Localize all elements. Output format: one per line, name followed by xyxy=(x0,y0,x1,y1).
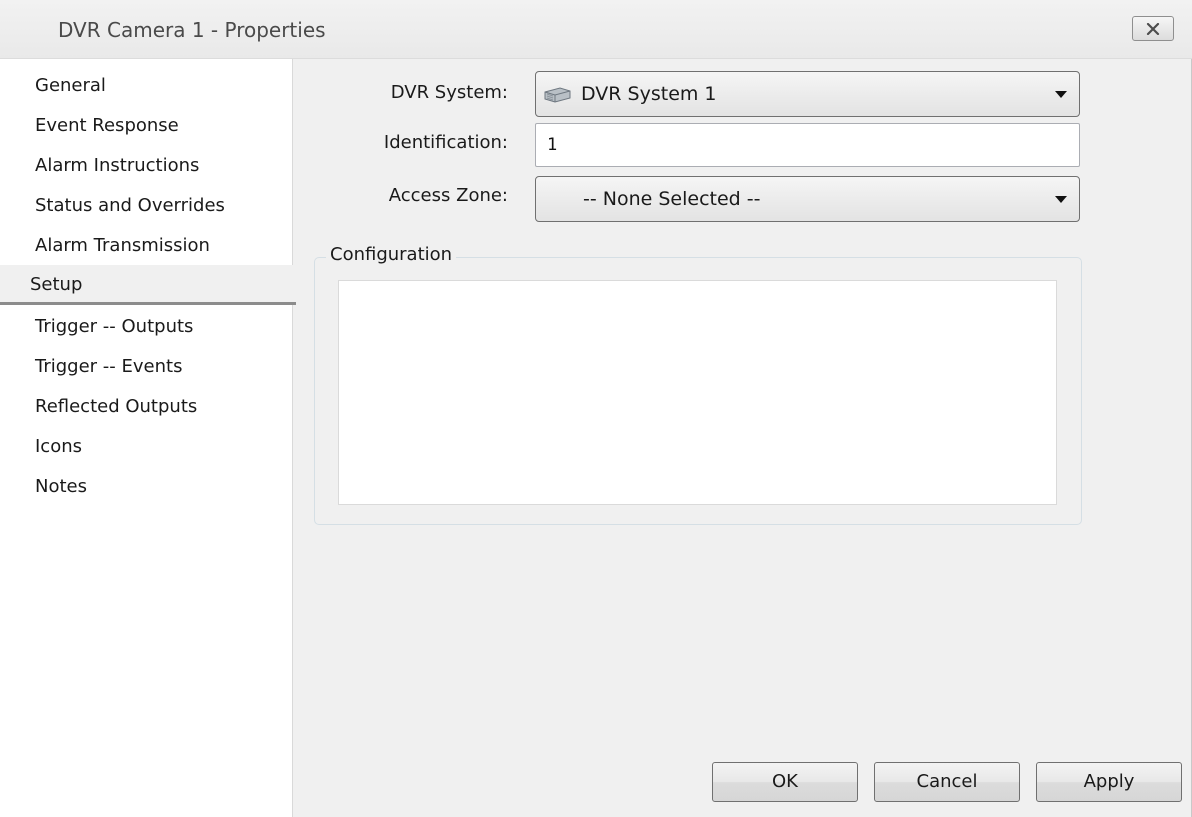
dvr-system-value: DVR System 1 xyxy=(581,83,717,105)
sidebar-item-icons[interactable]: Icons xyxy=(0,427,292,467)
sidebar-item-event-response[interactable]: Event Response xyxy=(0,106,292,146)
ok-button[interactable]: OK xyxy=(712,762,858,802)
cancel-button[interactable]: Cancel xyxy=(874,762,1020,802)
identification-label: Identification: xyxy=(383,132,508,153)
window-title: DVR Camera 1 - Properties xyxy=(58,18,326,42)
chevron-down-icon xyxy=(1055,91,1067,98)
dvr-device-icon xyxy=(542,85,572,109)
sidebar-item-alarm-instructions[interactable]: Alarm Instructions xyxy=(0,146,292,186)
access-zone-label: Access Zone: xyxy=(388,185,508,206)
dvr-system-label: DVR System: xyxy=(390,82,508,103)
sidebar-item-alarm-transmission[interactable]: Alarm Transmission xyxy=(0,226,292,266)
dvr-system-dropdown[interactable]: DVR System 1 xyxy=(535,71,1080,117)
access-zone-value: -- None Selected -- xyxy=(583,188,761,210)
sidebar-item-general[interactable]: General xyxy=(0,66,292,106)
configuration-panel[interactable] xyxy=(338,280,1057,505)
close-icon xyxy=(1146,22,1160,35)
configuration-legend: Configuration xyxy=(326,244,457,265)
sidebar-item-trigger-events[interactable]: Trigger -- Events xyxy=(0,347,292,387)
access-zone-dropdown[interactable]: -- None Selected -- xyxy=(535,176,1080,222)
chevron-down-icon xyxy=(1055,196,1067,203)
sidebar-nav: General Event Response Alarm Instruction… xyxy=(0,59,296,817)
properties-dialog: DVR Camera 1 - Properties General Event … xyxy=(0,0,1192,817)
title-bar[interactable]: DVR Camera 1 - Properties xyxy=(0,0,1192,59)
sidebar-item-setup[interactable]: Setup xyxy=(0,265,296,305)
close-button[interactable] xyxy=(1132,16,1174,41)
sidebar-item-reflected-outputs[interactable]: Reflected Outputs xyxy=(0,387,292,427)
sidebar-item-notes[interactable]: Notes xyxy=(0,467,292,507)
identification-input[interactable] xyxy=(536,124,1079,166)
identification-field[interactable] xyxy=(535,123,1080,167)
apply-button[interactable]: Apply xyxy=(1036,762,1182,802)
sidebar-item-trigger-outputs[interactable]: Trigger -- Outputs xyxy=(0,307,292,347)
sidebar-item-status-and-overrides[interactable]: Status and Overrides xyxy=(0,186,292,226)
